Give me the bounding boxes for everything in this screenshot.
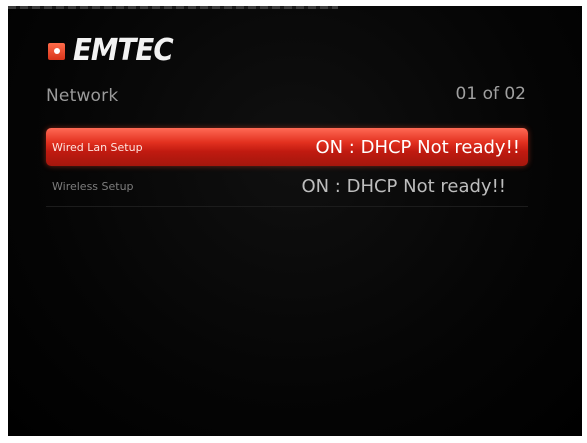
tv-screen: EMTEC Network 01 of 02 Wired Lan Setup O…	[8, 6, 582, 436]
brand-name: EMTEC	[73, 33, 174, 68]
menu-item-label: Wired Lan Setup	[52, 140, 143, 154]
emtec-logo-icon	[48, 42, 65, 60]
page-title: Network	[46, 86, 119, 106]
network-menu: Wired Lan Setup ON : DHCP Not ready!! Wi…	[46, 128, 528, 207]
menu-item-status: ON : DHCP Not ready!!	[315, 136, 520, 158]
brand-logo: EMTEC	[48, 36, 181, 66]
menu-item-wired-lan-setup[interactable]: Wired Lan Setup ON : DHCP Not ready!!	[46, 128, 528, 166]
page-counter: 01 of 02	[455, 84, 526, 104]
menu-item-status: ON : DHCP Not ready!!	[301, 175, 506, 197]
menu-item-label: Wireless Setup	[52, 179, 134, 193]
menu-item-wireless-setup[interactable]: Wireless Setup ON : DHCP Not ready!!	[46, 166, 528, 207]
top-edge-strip	[8, 6, 338, 9]
